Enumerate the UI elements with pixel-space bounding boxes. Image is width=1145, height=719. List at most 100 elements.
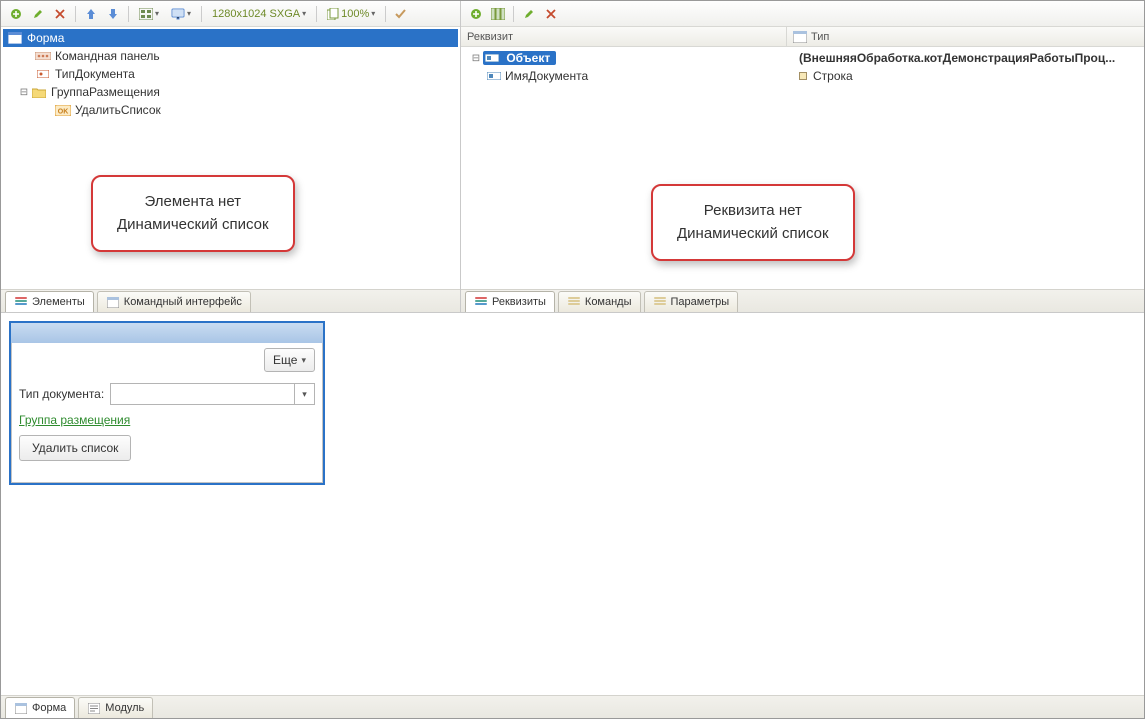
edit-icon[interactable] <box>520 5 538 23</box>
col-attribute-header[interactable]: Реквизит <box>461 27 787 46</box>
tab-command-interface[interactable]: Командный интерфейс <box>97 291 251 312</box>
callout-line: Реквизита нет <box>677 200 829 223</box>
copy-icon <box>327 8 339 20</box>
lines-icon <box>653 295 667 309</box>
collapse-icon[interactable]: ⊟ <box>469 53 483 64</box>
separator <box>385 6 386 22</box>
svg-text:OK: OK <box>58 108 69 115</box>
more-button[interactable]: Еще ▾ <box>264 348 315 372</box>
tab-elements[interactable]: Элементы <box>5 291 94 312</box>
elements-panel: ▾ ▾ 1280x1024 SXGA ▾ 100% ▾ Фо <box>1 1 461 312</box>
tree-item-group[interactable]: ⊟ ГруппаРазмещения <box>3 83 458 101</box>
preview-window: Еще ▾ Тип документа: ▾ Группа размещения… <box>9 321 325 485</box>
tab-parameters[interactable]: Параметры <box>644 291 739 312</box>
footer-tabbar: Форма Модуль <box>1 695 1144 718</box>
left-tabbar: Элементы Командный интерфейс <box>1 289 460 312</box>
delete-icon[interactable] <box>51 5 69 23</box>
zoom-dropdown[interactable]: 100% ▾ <box>323 8 379 20</box>
check-icon[interactable] <box>392 5 410 23</box>
collapse-icon[interactable]: ⊟ <box>17 87 31 98</box>
right-tabbar: Реквизиты Команды Параметры <box>461 289 1144 312</box>
group-placement-link[interactable]: Группа размещения <box>19 413 315 427</box>
separator <box>513 6 514 22</box>
tree-item-delete-list[interactable]: OK УдалитьСписок <box>3 101 458 119</box>
tab-commands[interactable]: Команды <box>558 291 641 312</box>
callout-line: Элемента нет <box>117 191 269 214</box>
add-icon[interactable] <box>7 5 25 23</box>
module-icon <box>87 701 101 715</box>
chevron-down-icon: ▾ <box>371 9 375 18</box>
separator <box>201 6 202 22</box>
columns-icon[interactable] <box>489 5 507 23</box>
form-icon <box>793 31 807 43</box>
tree-item-command-panel[interactable]: Командная панель <box>3 47 458 65</box>
view-dropdown[interactable]: ▾ <box>135 8 163 20</box>
tab-label: Командный интерфейс <box>124 296 242 308</box>
tree-label: ГруппаРазмещения <box>51 85 160 99</box>
form-icon <box>7 31 23 45</box>
chevron-down-icon: ▾ <box>155 9 159 18</box>
tree-label: УдалитьСписок <box>75 103 161 117</box>
attributes-panel: Реквизит Тип ⊟ Объект (ВнешняяОбработка.… <box>461 1 1144 312</box>
chevron-down-icon: ▾ <box>302 9 306 18</box>
preview-titlebar <box>11 323 323 343</box>
attr-type: Строка <box>813 69 853 83</box>
doc-type-input[interactable] <box>111 384 294 404</box>
attr-type: (ВнешняяОбработка.котДемонстрацияРаботыП… <box>799 51 1115 65</box>
tab-label: Модуль <box>105 702 144 714</box>
doc-type-label: Тип документа: <box>19 387 104 401</box>
tree-label: Командная панель <box>55 49 160 63</box>
form-preview-area: Еще ▾ Тип документа: ▾ Группа размещения… <box>1 313 1144 695</box>
attr-name: Объект <box>506 51 550 65</box>
doc-type-row: Тип документа: ▾ <box>19 383 315 405</box>
up-icon[interactable] <box>82 5 100 23</box>
tab-label: Команды <box>585 296 632 308</box>
lines-icon <box>14 295 28 309</box>
callout-line: Динамический список <box>117 214 269 237</box>
tab-form[interactable]: Форма <box>5 697 75 718</box>
col-type-header[interactable]: Тип <box>787 27 1144 46</box>
tree-root-form[interactable]: Форма <box>3 29 458 47</box>
elements-tree[interactable]: Форма Командная панель ТипДокумента ⊟ Гр… <box>1 27 460 289</box>
resolution-label: 1280x1024 SXGA <box>212 8 300 20</box>
field-icon <box>35 67 51 81</box>
type-icon <box>799 72 807 80</box>
attribute-row-object[interactable]: ⊟ Объект (ВнешняяОбработка.котДемонстрац… <box>463 49 1142 67</box>
tree-item-tip-dokumenta[interactable]: ТипДокумента <box>3 65 458 83</box>
down-icon[interactable] <box>104 5 122 23</box>
callout-missing-attribute: Реквизита нет Динамический список <box>651 184 855 261</box>
resolution-dropdown[interactable]: 1280x1024 SXGA ▾ <box>208 8 310 20</box>
form-icon <box>106 295 120 309</box>
chevron-down-icon: ▾ <box>301 355 306 366</box>
chevron-down-icon[interactable]: ▾ <box>294 384 314 404</box>
button-label: Удалить список <box>32 441 118 455</box>
folder-icon <box>31 85 47 99</box>
monitor-dropdown[interactable]: ▾ <box>167 8 195 20</box>
separator <box>128 6 129 22</box>
tab-label: Реквизиты <box>492 296 546 308</box>
chevron-down-icon: ▾ <box>187 9 191 18</box>
ok-button-icon: OK <box>55 103 71 117</box>
elements-toolbar: ▾ ▾ 1280x1024 SXGA ▾ 100% ▾ <box>1 1 460 27</box>
attributes-grid[interactable]: ⊟ Объект (ВнешняяОбработка.котДемонстрац… <box>461 47 1144 289</box>
add-icon[interactable] <box>467 5 485 23</box>
toolbar-icon <box>35 49 51 63</box>
separator <box>75 6 76 22</box>
doc-type-field[interactable]: ▾ <box>110 383 315 405</box>
callout-missing-element: Элемента нет Динамический список <box>91 175 295 252</box>
preview-toolbar: Еще ▾ <box>11 343 323 377</box>
attr-name: ИмяДокумента <box>505 69 588 83</box>
tab-module[interactable]: Модуль <box>78 697 153 718</box>
delete-icon[interactable] <box>542 5 560 23</box>
tab-attributes[interactable]: Реквизиты <box>465 291 555 312</box>
attribute-row-imya-dokumenta[interactable]: ИмяДокумента Строка <box>463 67 1142 85</box>
delete-list-button[interactable]: Удалить список <box>19 435 131 461</box>
edit-icon[interactable] <box>29 5 47 23</box>
form-icon <box>14 701 28 715</box>
attributes-header: Реквизит Тип <box>461 27 1144 47</box>
preview-body: Тип документа: ▾ Группа размещения Удали… <box>11 377 323 467</box>
zoom-label: 100% <box>341 8 369 20</box>
grid-icon <box>139 8 153 20</box>
callout-line: Динамический список <box>677 223 829 246</box>
tab-label: Параметры <box>671 296 730 308</box>
